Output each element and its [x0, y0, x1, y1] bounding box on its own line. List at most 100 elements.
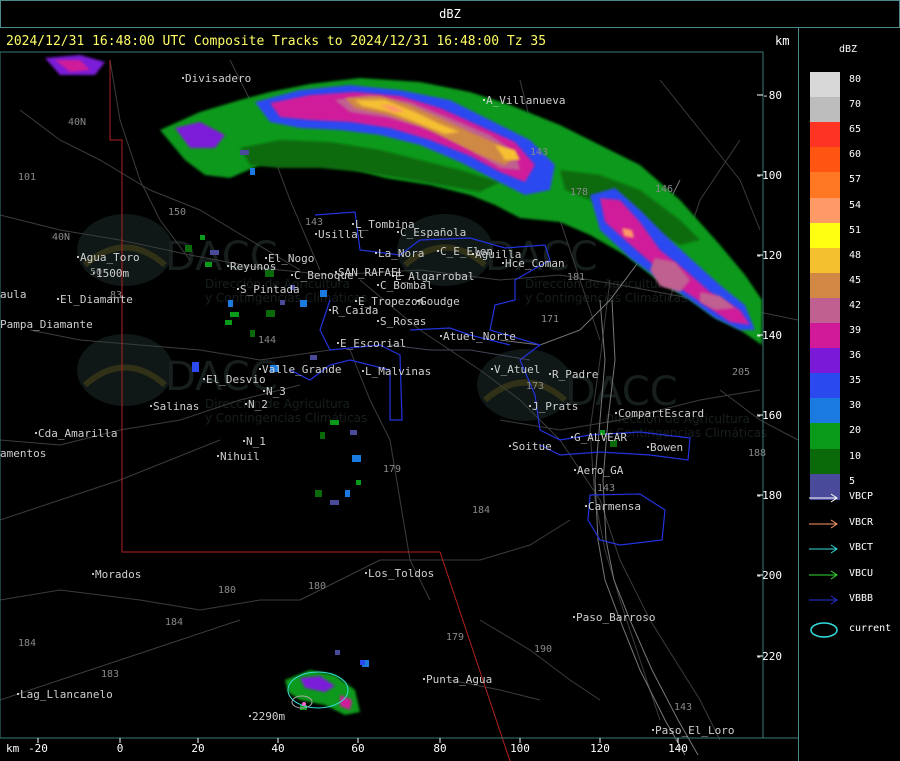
track-legend-label: VBCT: [849, 542, 874, 553]
svg-text:DACC: DACC: [165, 234, 278, 280]
dbz-swatch: [810, 423, 840, 450]
place-label: N_1: [246, 435, 266, 448]
y-tick-label: -80: [762, 89, 782, 102]
track-arrow-icon: [809, 544, 838, 554]
route-number: 143: [530, 147, 548, 158]
dbz-swatch: [810, 222, 840, 249]
place-label: Divisadero: [185, 72, 251, 85]
echo-cell: [320, 432, 325, 439]
place-marker: [574, 469, 576, 471]
place-label: C_Bombal: [380, 279, 433, 292]
place-marker: [263, 390, 265, 392]
current-legend-item: current: [809, 621, 899, 638]
place-label: amentos: [0, 447, 46, 460]
place-label: CompartEscard: [618, 407, 704, 420]
route-number: 50: [90, 267, 102, 278]
dbz-swatch-label: 80: [849, 74, 862, 85]
echo-cell: [320, 290, 327, 297]
place-marker: [329, 309, 331, 311]
track-legend-label: VBBB: [849, 593, 874, 604]
place-marker: [377, 320, 379, 322]
place-marker: [423, 678, 425, 680]
place-marker: [571, 436, 573, 438]
track-legend-label: VBCR: [849, 516, 874, 528]
echo-cell: [192, 362, 199, 372]
place-marker: [509, 445, 511, 447]
dbz-swatch-label: 45: [849, 274, 862, 286]
place-marker: [315, 233, 317, 235]
place-marker: [392, 275, 394, 277]
route-number: 179: [383, 464, 401, 475]
dbz-swatch-label: 70: [849, 99, 862, 111]
track-legend-item: VBCR: [809, 517, 899, 531]
place-marker: [77, 256, 79, 258]
place-marker: [615, 412, 617, 414]
dbz-swatch-label: 30: [849, 400, 862, 412]
place-label: Los_Toldos: [368, 567, 434, 580]
place-marker: [92, 573, 94, 575]
route-number: 101: [18, 172, 36, 183]
dbz-swatch: [810, 323, 840, 349]
place-label: El_Desvio: [206, 373, 266, 386]
place-label: N_2: [248, 398, 268, 411]
x-tick-label: 60: [351, 742, 364, 755]
route-number: 173: [526, 381, 544, 392]
track-arrow-icon: [809, 519, 838, 528]
place-label: Nihuil: [220, 450, 260, 463]
echo-cell: [345, 490, 350, 497]
dbz-swatch-label: 42: [849, 299, 862, 311]
route-number: 146: [655, 184, 673, 195]
dbz-swatch: [810, 373, 840, 400]
place-marker: [417, 300, 419, 302]
track-legend-item: VBCU: [809, 568, 899, 582]
dbz-swatch-label: 10: [849, 450, 862, 462]
place-marker: [352, 223, 354, 225]
place-marker: [291, 274, 293, 276]
place-label: C_Española: [400, 226, 466, 239]
place-marker: [362, 370, 364, 372]
place-label: Punta_Agua: [426, 673, 492, 686]
route-number: 83: [110, 290, 122, 301]
echo-cell: [360, 660, 365, 665]
dbz-swatch-label: 51: [849, 224, 862, 236]
route-number: 180: [308, 581, 326, 592]
y-axis-unit: km: [775, 34, 790, 48]
route-number: 40N: [52, 232, 70, 243]
radar-map[interactable]: DACC Dirección de Agricultura y Contingenc…: [0, 0, 798, 761]
dbz-swatch-label: 35: [849, 375, 862, 387]
dbz-legend-panel: dBZ 80 70 65 60 57 54 51 48 45 42 39 36 35 30 20 10 5 VB…: [798, 28, 900, 761]
dbz-swatch-label: 65: [849, 124, 862, 136]
place-marker: [529, 405, 531, 407]
track-legend-item: VBCT: [809, 542, 899, 556]
y-tick-label: -180: [756, 489, 783, 502]
place-marker: [150, 405, 152, 407]
place-marker: [57, 298, 59, 300]
place-label: Carmensa: [588, 500, 641, 513]
echo-cell: [300, 300, 307, 307]
route-number: 183: [101, 669, 119, 680]
route-number: 184: [165, 617, 183, 628]
y-tick-label: -200: [756, 569, 783, 582]
route-number: 179: [446, 632, 464, 643]
route-number: 190: [534, 644, 552, 655]
route-number: 178: [570, 187, 588, 198]
place-marker: [249, 715, 251, 717]
window-title: dBZ: [439, 7, 461, 21]
place-label: Bowen: [650, 441, 683, 454]
place-label: J_Prats: [532, 400, 578, 413]
dbz-swatch: [810, 398, 840, 425]
place-label: Lag_Llancanelo: [20, 688, 113, 701]
echo-cell: [266, 310, 275, 317]
svg-text:Dirección de Agricultura: Dirección de Agricultura: [525, 277, 670, 291]
place-marker: [483, 99, 485, 101]
place-label: Valle_Grande: [262, 363, 341, 376]
place-marker: [265, 257, 267, 259]
echo-cell: [230, 312, 239, 317]
route-number: 150: [168, 207, 186, 218]
x-tick-label: 120: [590, 742, 610, 755]
dbz-swatch: [810, 348, 840, 375]
place-marker: [549, 373, 551, 375]
route-number: 181: [567, 272, 585, 283]
place-marker: [355, 300, 357, 302]
x-axis-unit: km: [6, 742, 20, 755]
